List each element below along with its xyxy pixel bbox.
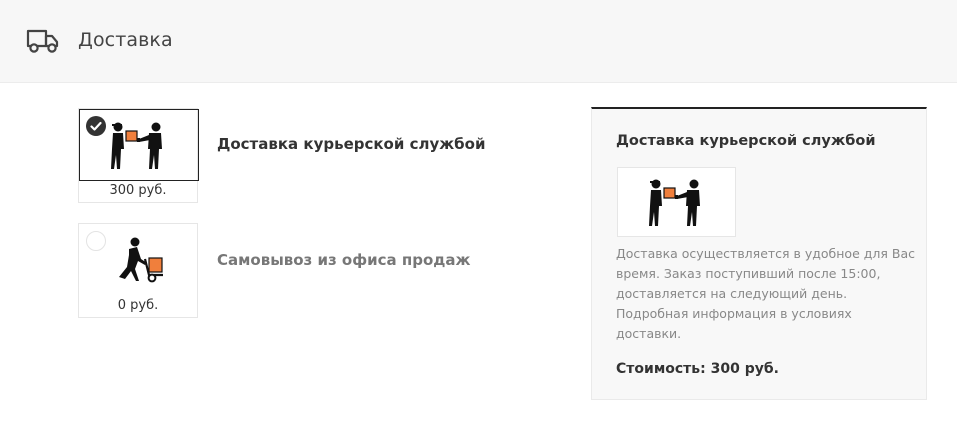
delivery-details-panel: Доставка курьерской службой Доставка осу…: [591, 107, 927, 400]
details-image: [617, 167, 736, 237]
page-title: Доставка: [78, 29, 173, 51]
courier-handover-icon: [111, 122, 162, 169]
details-description: Доставка осуществляется в удобное для Ва…: [616, 246, 915, 341]
details-cost: Стоимость: 300 руб.: [616, 361, 779, 377]
option-label-pickup[interactable]: Самовывоз из офиса продаж: [217, 251, 470, 269]
selected-check-icon[interactable]: [86, 116, 106, 136]
pickup-cart-icon: [119, 237, 163, 283]
option-price: 300 руб.: [109, 183, 167, 198]
details-title: Доставка курьерской службой: [616, 133, 876, 149]
option-label-courier[interactable]: Доставка курьерской службой: [217, 135, 485, 153]
truck-icon: [26, 29, 59, 53]
page-header: Доставка: [0, 0, 957, 83]
delivery-option-courier[interactable]: 300 руб.: [78, 108, 199, 203]
delivery-option-pickup[interactable]: 0 руб.: [78, 223, 198, 318]
unselected-radio[interactable]: [86, 231, 106, 251]
option-price: 0 руб.: [117, 298, 159, 313]
courier-handover-icon: [648, 179, 700, 226]
